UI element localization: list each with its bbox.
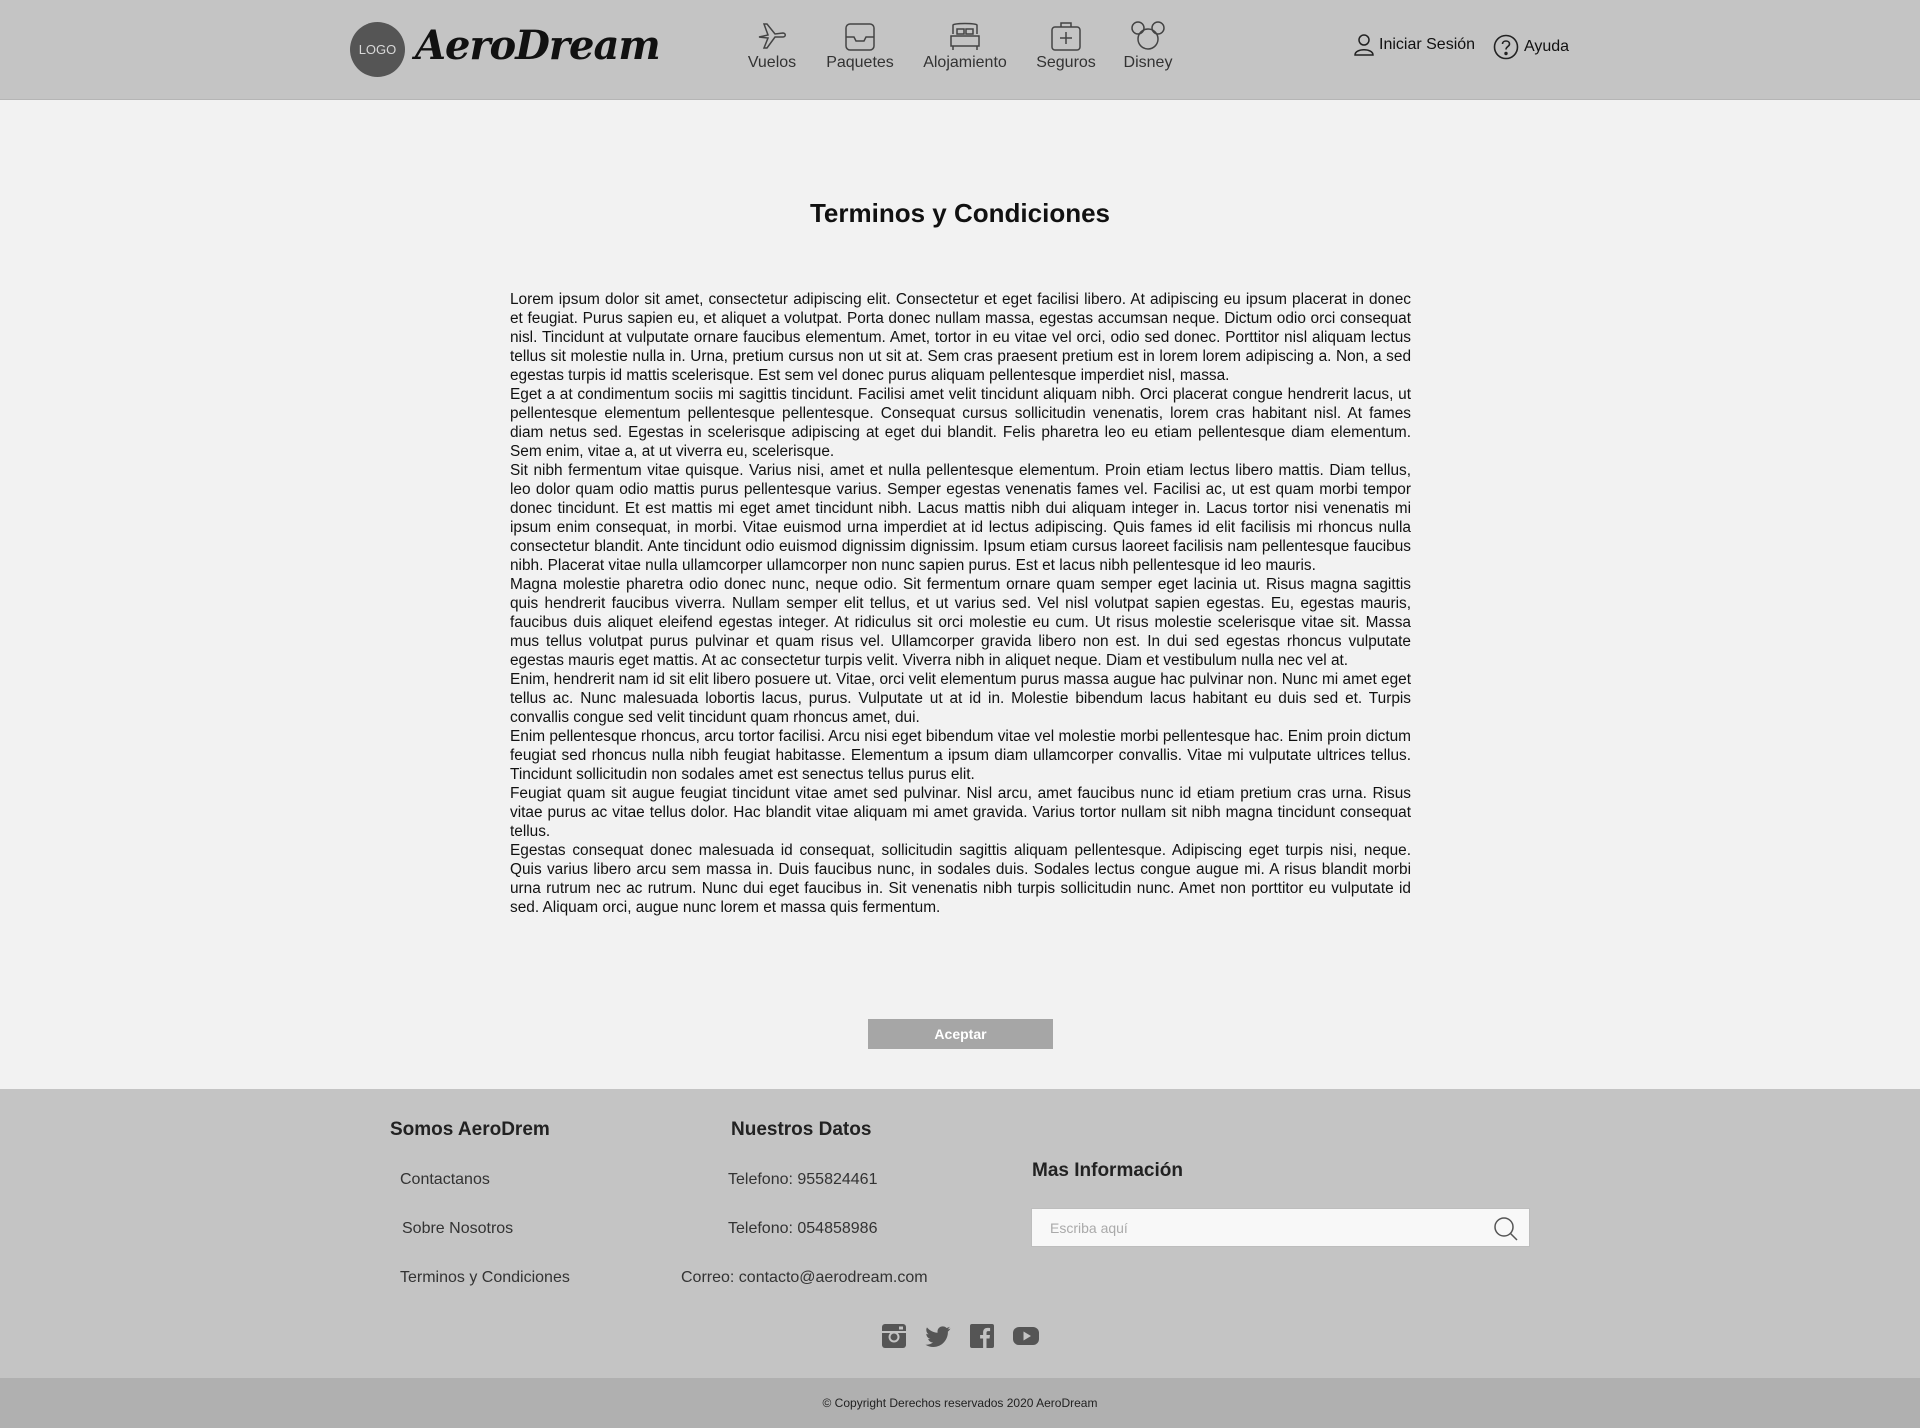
accept-button[interactable]: Aceptar — [868, 1019, 1053, 1049]
footer: Somos AeroDrem Contactanos Sobre Nosotro… — [0, 1089, 1920, 1378]
nav-label: Alojamiento — [923, 54, 1007, 71]
search-input[interactable] — [1032, 1209, 1472, 1246]
login-label: Iniciar Sesión — [1379, 36, 1476, 53]
terms-paragraph: Egestas consequat donec malesuada id con… — [510, 842, 1411, 916]
terms-paragraph: Lorem ipsum dolor sit amet, consectetur … — [510, 291, 1411, 384]
facebook-icon[interactable] — [969, 1323, 995, 1349]
footer-phone-2: Telefono: 054858986 — [728, 1220, 878, 1237]
nav-item-disney[interactable]: Disney — [1088, 20, 1208, 72]
terms-paragraph: Eget a at condimentum sociis mi sagittis… — [510, 386, 1411, 460]
social-links — [0, 1323, 1920, 1349]
login-link[interactable]: Iniciar Sesión — [1354, 34, 1475, 56]
youtube-icon[interactable] — [1013, 1323, 1039, 1349]
nav-item-paquetes[interactable]: Paquetes — [800, 20, 920, 72]
header: LOGO AeroDream Vuelos Paquetes Alojamien… — [0, 0, 1920, 100]
page-title: Terminos y Condiciones — [809, 198, 1110, 228]
footer-title-data: Nuestros Datos — [731, 1119, 872, 1140]
medical-kit-icon — [1051, 22, 1081, 51]
terms-paragraph: Magna molestie pharetra odio donec nunc,… — [510, 576, 1411, 669]
bed-icon — [950, 22, 980, 50]
footer-link-about[interactable]: Sobre Nosotros — [402, 1220, 513, 1238]
footer-title-about: Somos AeroDrem — [390, 1119, 550, 1140]
nav-label: Vuelos — [747, 54, 797, 71]
user-icon — [1354, 34, 1374, 56]
terms-content: Lorem ipsum dolor sit amet, consectetur … — [510, 290, 1411, 917]
copyright-text: © Copyright Derechos reservados 2020 Aer… — [822, 1396, 1098, 1410]
footer-search — [1031, 1208, 1530, 1247]
footer-email: Correo: contacto@aerodream.com — [681, 1269, 928, 1286]
terms-paragraph: Sit nibh fermentum vitae quisque. Varius… — [510, 462, 1411, 574]
help-link[interactable]: Ayuda — [1493, 34, 1569, 60]
nav-label: Disney — [1123, 54, 1173, 71]
footer-link-terms[interactable]: Terminos y Condiciones — [400, 1269, 570, 1287]
help-label: Ayuda — [1524, 38, 1570, 55]
terms-paragraph: Enim pellentesque rhoncus, arcu tortor f… — [510, 728, 1411, 783]
footer-title-info: Mas Información — [1032, 1160, 1183, 1181]
instagram-icon[interactable] — [881, 1323, 907, 1349]
terms-paragraph: Enim, hendrerit nam id sit elit libero p… — [510, 671, 1411, 726]
footer-link-contact[interactable]: Contactanos — [400, 1171, 490, 1189]
help-icon — [1493, 34, 1519, 60]
main-nav: Vuelos Paquetes Alojamiento Seguros Disn… — [0, 20, 1920, 80]
terms-paragraph: Feugiat quam sit augue feugiat tincidunt… — [510, 785, 1411, 840]
copyright-bar: © Copyright Derechos reservados 2020 Aer… — [0, 1378, 1920, 1428]
nav-label: Paquetes — [826, 54, 894, 71]
package-icon — [845, 23, 875, 51]
search-icon[interactable] — [1493, 1216, 1519, 1242]
footer-phone-1: Telefono: 955824461 — [728, 1171, 878, 1188]
twitter-icon[interactable] — [925, 1323, 951, 1349]
plane-icon — [758, 23, 786, 49]
mickey-icon — [1131, 21, 1165, 50]
nav-label: Seguros — [1036, 54, 1096, 71]
